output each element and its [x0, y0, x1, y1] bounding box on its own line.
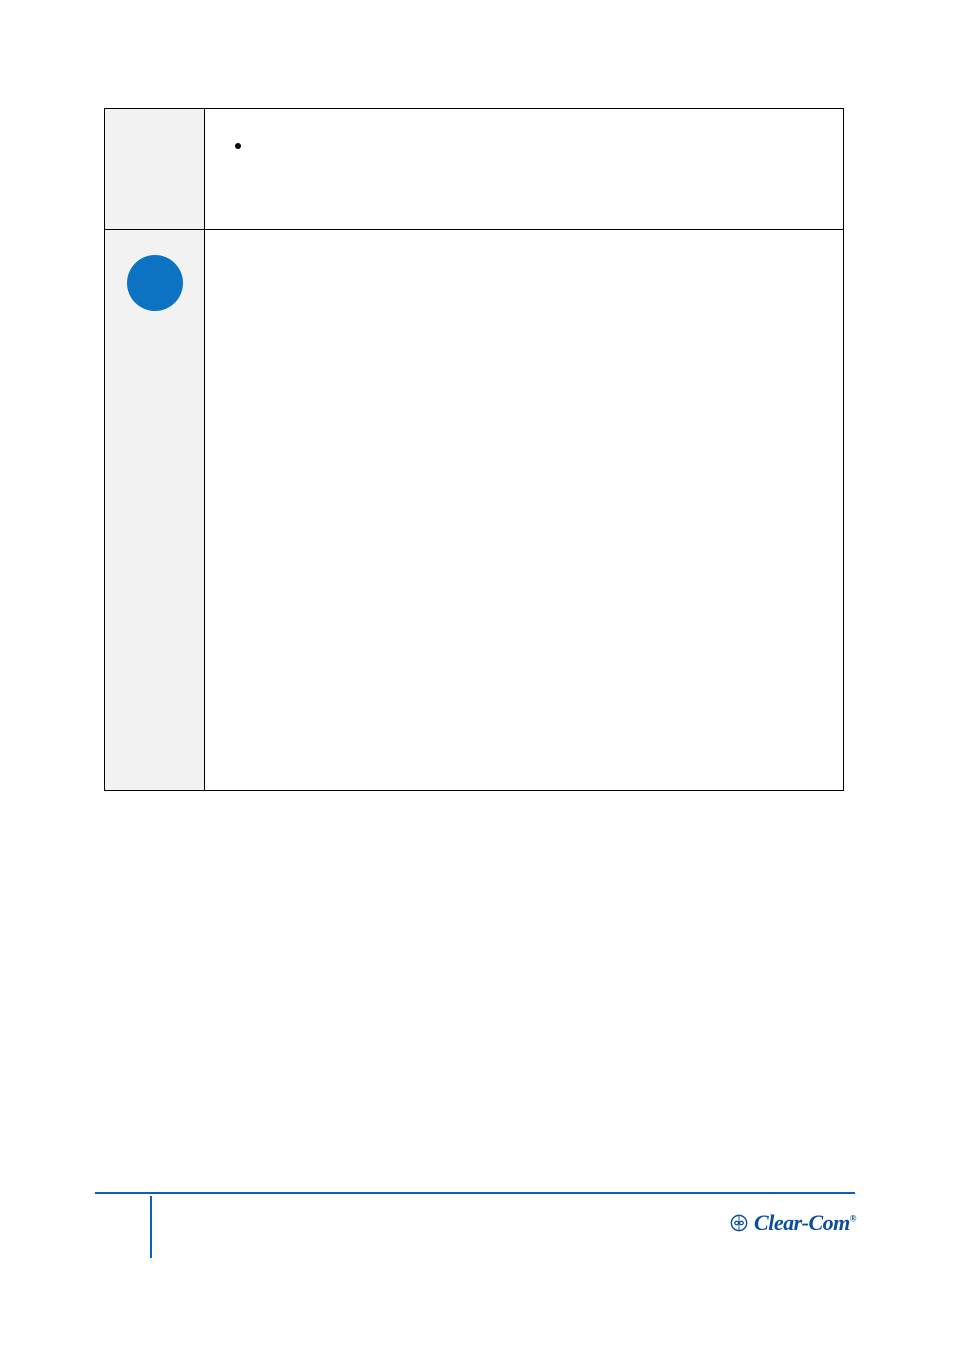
table-row [105, 229, 843, 790]
table-row [105, 109, 843, 229]
table-cell-left [105, 230, 205, 790]
horizontal-rule-icon [95, 1192, 855, 1194]
table-cell-right [205, 230, 843, 790]
table-cell-right [205, 109, 843, 229]
footer-rule [95, 1192, 855, 1194]
brand-logo: Clear-Com® [730, 1210, 856, 1236]
bullet-dot-icon [235, 143, 241, 149]
clear-com-logo-icon [730, 1214, 748, 1232]
blue-circle-icon [127, 255, 183, 311]
table-cell-left [105, 109, 205, 229]
content-table [104, 108, 844, 791]
brand-text: Clear-Com® [754, 1210, 856, 1236]
bullet-item [233, 139, 815, 149]
vertical-rule-icon [150, 1196, 152, 1258]
